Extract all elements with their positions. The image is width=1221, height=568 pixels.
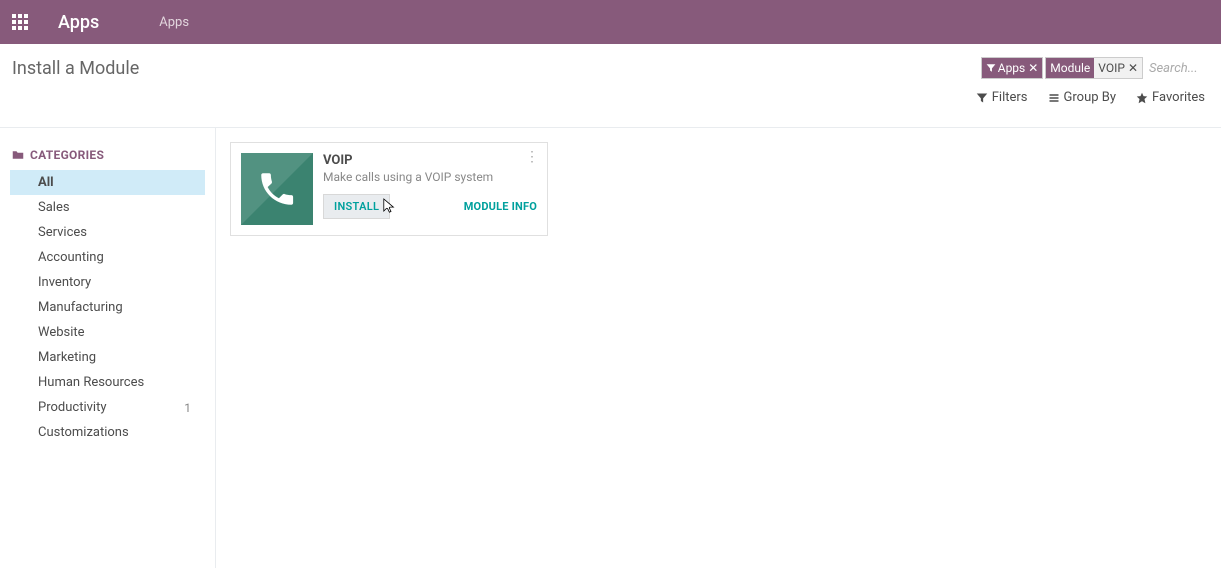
sidebar-item-inventory[interactable]: Inventory <box>10 270 205 295</box>
remove-tag-button[interactable]: ✕ <box>1128 62 1138 74</box>
module-description: Make calls using a VOIP system <box>323 170 537 186</box>
module-name: VOIP <box>323 153 537 168</box>
search-tag-module-voip[interactable]: Module VOIP ✕ <box>1045 57 1143 79</box>
sidebar-title: CATEGORIES <box>0 148 215 170</box>
sidebar-item-services[interactable]: Services <box>10 220 205 245</box>
search-input[interactable] <box>1145 61 1205 76</box>
sidebar-item-accounting[interactable]: Accounting <box>10 245 205 270</box>
sidebar-item-label: Accounting <box>38 250 104 265</box>
sidebar-item-all[interactable]: All <box>10 170 205 195</box>
phone-icon <box>241 153 313 225</box>
search-tag-apps[interactable]: Apps ✕ <box>981 57 1044 79</box>
star-icon <box>1136 92 1148 104</box>
sidebar-list: All Sales Services Accounting Inventory … <box>0 170 215 445</box>
grid-icon <box>12 14 28 30</box>
module-actions: INSTALL MODULE INFO <box>323 194 537 219</box>
right-controls: Apps ✕ Module VOIP ✕ Filters <box>976 56 1205 113</box>
sidebar-title-label: CATEGORIES <box>30 148 104 162</box>
sidebar-item-label: Services <box>38 225 87 240</box>
group-by-label: Group By <box>1064 90 1117 105</box>
apps-menu-button[interactable] <box>12 14 28 30</box>
sidebar-item-label: Sales <box>38 200 70 215</box>
sidebar-item-website[interactable]: Website <box>10 320 205 345</box>
content: CATEGORIES All Sales Services Accounting… <box>0 128 1221 568</box>
search-tag-prefix: Module <box>1050 61 1090 75</box>
sidebar-item-label: Website <box>38 325 85 340</box>
filters-button[interactable]: Filters <box>976 90 1028 105</box>
app-title[interactable]: Apps <box>58 12 99 33</box>
module-info-link[interactable]: MODULE INFO <box>464 200 537 213</box>
sidebar-item-customizations[interactable]: Customizations <box>10 420 205 445</box>
sidebar-item-label: Productivity <box>38 400 106 415</box>
sidebar-item-label: Inventory <box>38 275 91 290</box>
sidebar-item-sales[interactable]: Sales <box>10 195 205 220</box>
module-card-voip[interactable]: VOIP Make calls using a VOIP system INST… <box>230 142 548 236</box>
search-bar[interactable]: Apps ✕ Module VOIP ✕ <box>981 56 1205 80</box>
sidebar-item-label: Customizations <box>38 425 129 440</box>
breadcrumb[interactable]: Apps <box>159 15 189 30</box>
favorites-button[interactable]: Favorites <box>1136 90 1205 105</box>
folder-icon <box>12 149 24 161</box>
install-button[interactable]: INSTALL <box>323 194 390 219</box>
favorites-label: Favorites <box>1152 90 1205 105</box>
sidebar-item-marketing[interactable]: Marketing <box>10 345 205 370</box>
sidebar-item-label: Manufacturing <box>38 300 123 315</box>
search-tag-value: VOIP <box>1098 61 1125 75</box>
top-nav-bar: Apps Apps <box>0 0 1221 44</box>
sidebar-item-human-resources[interactable]: Human Resources <box>10 370 205 395</box>
sidebar-item-label: Human Resources <box>38 375 144 390</box>
search-tag-label: Apps <box>998 61 1026 75</box>
module-menu-button[interactable]: ⋮ <box>525 149 539 165</box>
sidebar: CATEGORIES All Sales Services Accounting… <box>0 128 216 568</box>
sidebar-item-manufacturing[interactable]: Manufacturing <box>10 295 205 320</box>
remove-tag-button[interactable]: ✕ <box>1028 62 1038 74</box>
sidebar-item-label: Marketing <box>38 350 96 365</box>
list-icon <box>1048 92 1060 104</box>
sidebar-item-count: 1 <box>184 401 191 415</box>
group-by-button[interactable]: Group By <box>1048 90 1117 105</box>
module-grid: VOIP Make calls using a VOIP system INST… <box>216 128 1221 568</box>
control-panel: Install a Module Apps ✕ Module VOIP ✕ <box>0 44 1221 128</box>
filter-icon <box>986 63 996 73</box>
sidebar-item-label: All <box>38 175 54 190</box>
page-title: Install a Module <box>12 56 139 79</box>
filters-label: Filters <box>992 90 1028 105</box>
filter-icon <box>976 92 988 104</box>
module-body: VOIP Make calls using a VOIP system INST… <box>313 153 537 225</box>
search-toolbar: Filters Group By Favorites <box>976 90 1205 113</box>
sidebar-item-productivity[interactable]: Productivity 1 <box>10 395 205 420</box>
